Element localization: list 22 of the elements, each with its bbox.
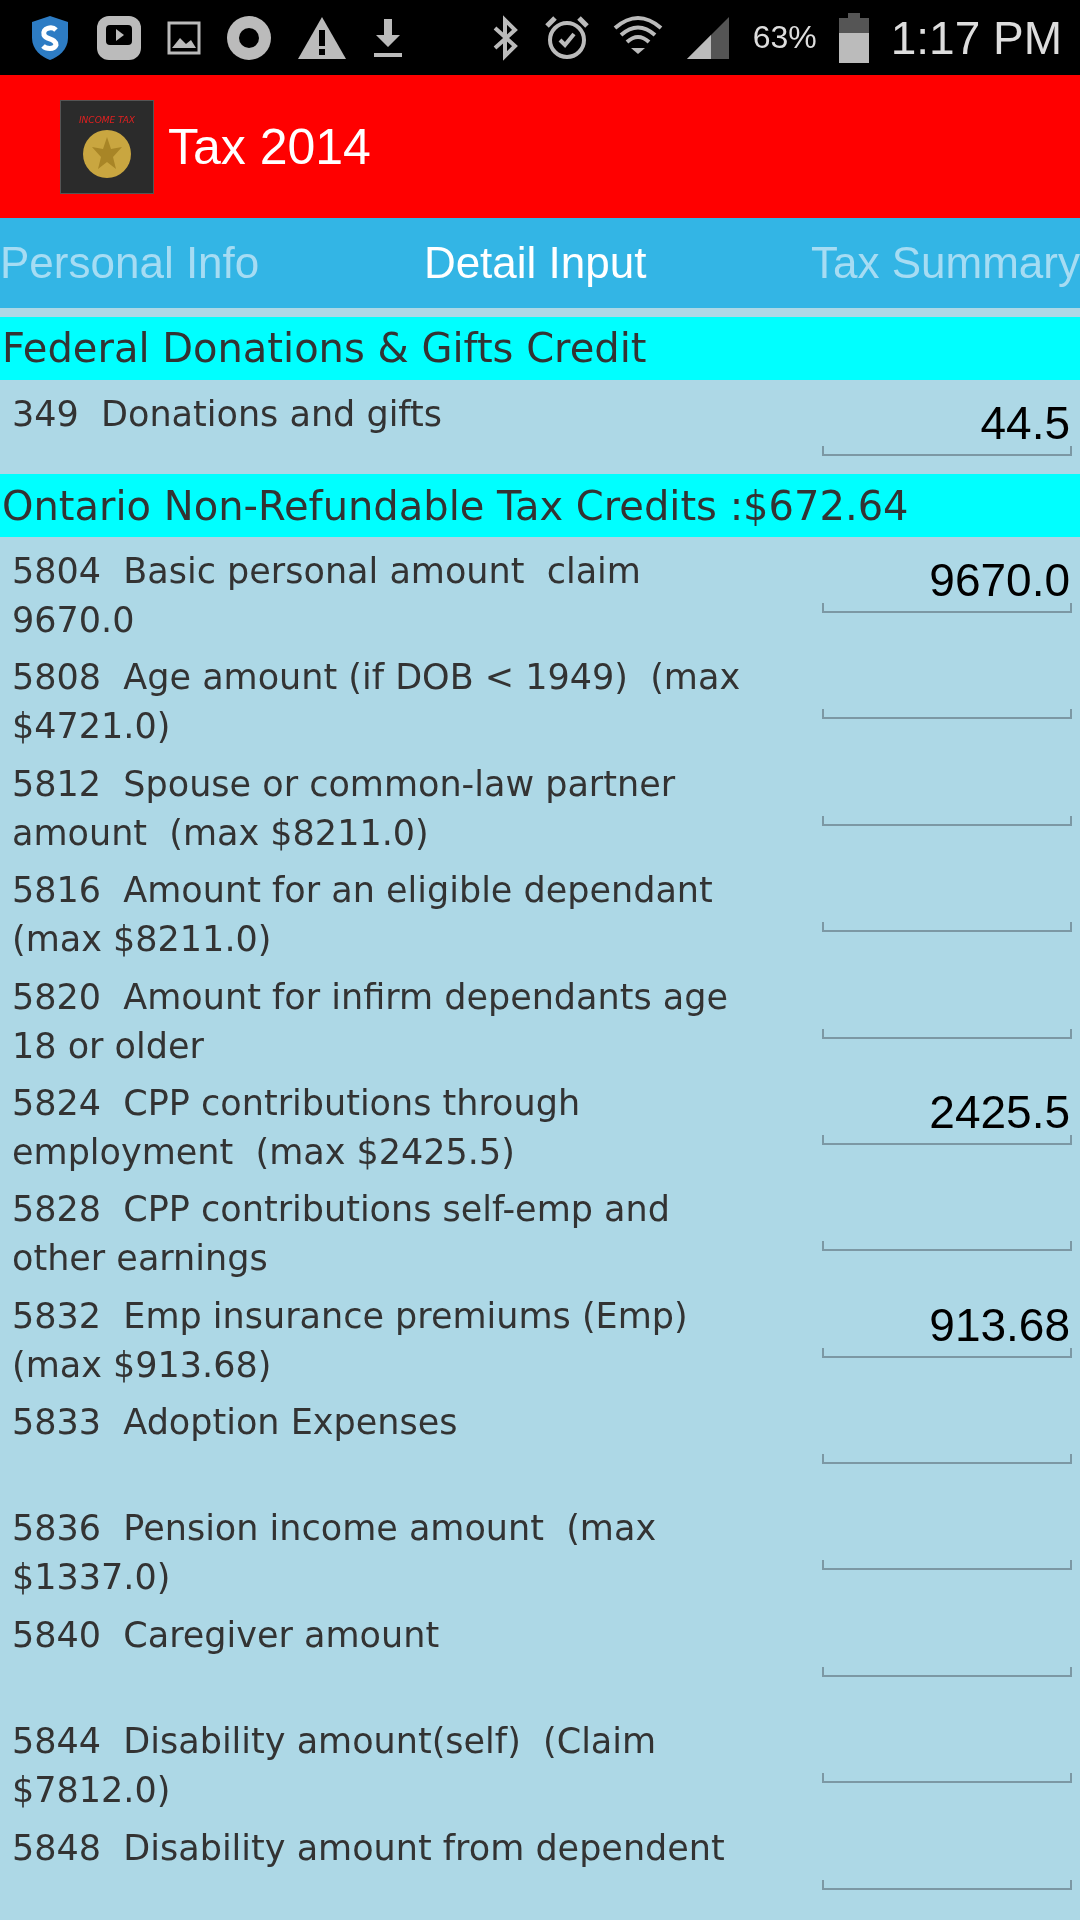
row-label: 349 Donations and gifts — [12, 392, 444, 436]
battery-percent: 63% — [752, 19, 817, 56]
row-label: 5848 Disability amount from dependent — [12, 1826, 726, 1870]
row-label: 5832 Emp insurance premiums (Emp) (max $913.68) — [12, 1294, 689, 1387]
app-title: Tax 2014 — [168, 117, 371, 176]
row-label: 5833 Adoption Expenses — [12, 1401, 459, 1445]
row-label: 5840 Caregiver amount — [12, 1613, 441, 1657]
row-label: 5824 CPP contributions through employment (max $2425.5) — [12, 1081, 582, 1174]
row-label: 5836 Pension income amount (max $1337.0) — [12, 1507, 658, 1600]
row-label: 5844 Disability amount(self) (Claim $7812.0) — [12, 1720, 658, 1813]
battery-icon — [838, 12, 869, 63]
row-label: 5808 Age amount (if DOB < 1949) (max $4721.0) — [12, 656, 742, 749]
row-label: 5816 Amount for an eligible dependant (max $8211.0) — [12, 869, 714, 962]
image-icon — [166, 19, 202, 56]
row-label: 5812 Spouse or common-law partner amount (max $8211.0) — [12, 762, 677, 855]
section-header: Ontario Non-Refundable Tax Credits :$672.64 — [0, 474, 1080, 538]
clock-time: 1:17 PM — [890, 10, 1062, 65]
row-label: 5804 Basic personal amount claim 9670.0 — [12, 550, 642, 643]
row-label: 5820 Amount for infirm dependants age 18 or older — [12, 975, 729, 1068]
app-logo: INCOME TAX — [60, 99, 154, 194]
row-label: 5828 CPP contributions self-emp and other earnings — [12, 1188, 671, 1281]
section-header: Federal Donations & Gifts Credit — [0, 317, 1080, 380]
